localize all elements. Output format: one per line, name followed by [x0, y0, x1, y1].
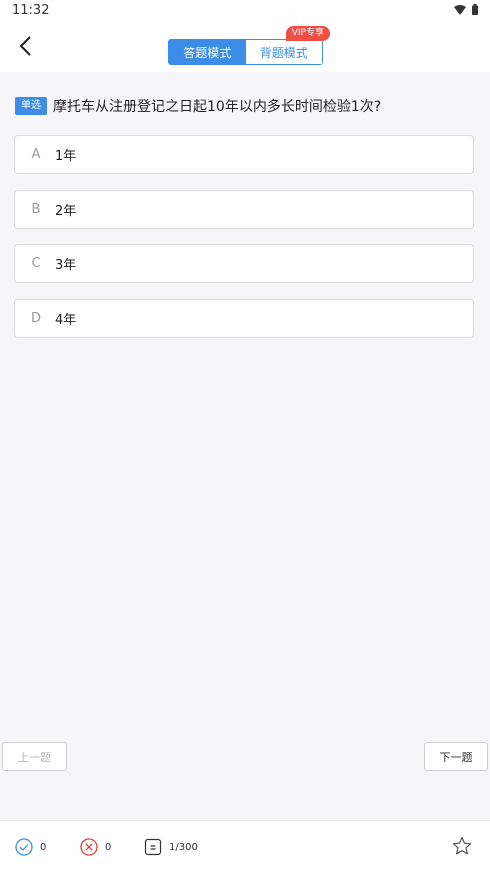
correct-count: 0	[40, 841, 47, 853]
top-bar: 答题模式 背题模式 VIP专享	[0, 22, 490, 72]
option-c[interactable]: C 3年	[14, 244, 474, 283]
question-progress: 1/300	[169, 841, 198, 853]
status-bar: 11:32	[0, 0, 490, 22]
wrong-stat[interactable]: 0	[80, 838, 111, 856]
wifi-icon	[454, 4, 466, 15]
wrong-count: 0	[105, 841, 112, 853]
option-text: 3年	[55, 258, 77, 273]
star-icon	[452, 836, 472, 860]
option-d[interactable]: D 4年	[14, 299, 474, 338]
option-a[interactable]: A 1年	[14, 135, 474, 174]
mode-switch: 答题模式 背题模式 VIP专享	[168, 26, 330, 65]
tab-answer-mode[interactable]: 答题模式	[169, 40, 246, 64]
option-text: 1年	[55, 149, 77, 164]
battery-icon	[472, 4, 478, 15]
favorite-button[interactable]	[452, 836, 472, 860]
question-text: 摩托车从注册登记之日起10年以内多长时间检验1次?	[53, 99, 382, 115]
vip-badge: VIP专享	[285, 26, 330, 41]
tab-recite-mode[interactable]: 背题模式	[245, 40, 322, 64]
option-letter: B	[31, 202, 41, 217]
option-b[interactable]: B 2年	[14, 190, 474, 229]
option-text: 2年	[55, 204, 77, 219]
status-icons	[454, 4, 478, 15]
option-letter: D	[30, 311, 41, 326]
check-circle-icon	[15, 838, 33, 856]
bottom-bar: 0 0 1/300	[0, 820, 490, 873]
correct-stat[interactable]: 0	[15, 838, 46, 856]
x-circle-icon	[80, 838, 98, 856]
progress-stat[interactable]: 1/300	[144, 838, 198, 856]
option-text: 4年	[55, 313, 77, 328]
prev-question-button[interactable]: 上一题	[2, 742, 67, 771]
back-button[interactable]	[10, 32, 42, 64]
option-letter: C	[31, 256, 41, 271]
list-page-icon	[144, 838, 162, 856]
chevron-left-icon	[18, 35, 34, 61]
option-letter: A	[31, 147, 41, 162]
question-type-badge: 单选	[15, 97, 47, 115]
question: 单选 摩托车从注册登记之日起10年以内多长时间检验1次?	[15, 96, 475, 116]
next-question-button[interactable]: 下一题	[424, 742, 488, 771]
status-time: 11:32	[12, 3, 50, 18]
